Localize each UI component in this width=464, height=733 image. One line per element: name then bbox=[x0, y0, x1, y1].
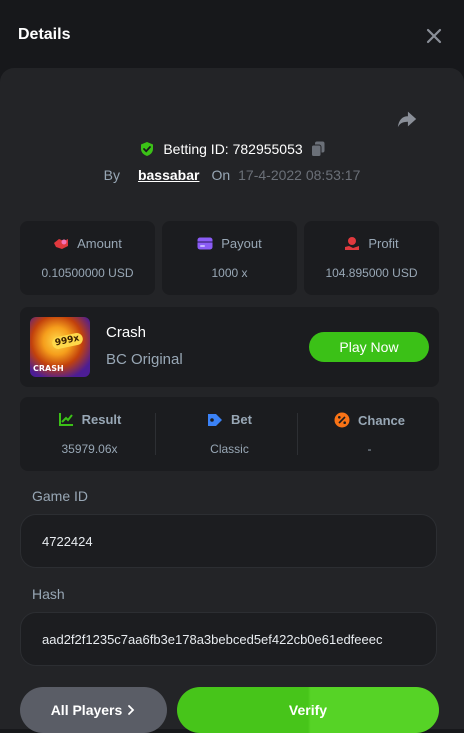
close-icon[interactable] bbox=[424, 26, 444, 46]
copy-icon[interactable] bbox=[310, 141, 325, 157]
bet-stats: Amount 0.10500000 USD Payout 1000 x Prof… bbox=[20, 221, 439, 295]
bet-icon bbox=[208, 413, 223, 426]
chevron-right-icon bbox=[128, 705, 135, 715]
bet-label: Bet bbox=[231, 412, 252, 427]
bet-date: 17-4-2022 08:53:17 bbox=[238, 167, 361, 183]
divider bbox=[297, 413, 298, 455]
chance-column: Chance - bbox=[300, 397, 439, 471]
divider bbox=[155, 413, 156, 455]
game-id-label: Game ID bbox=[32, 488, 89, 504]
result-icon bbox=[58, 413, 73, 426]
result-panel: Result 35979.06x Bet Classic Chance - bbox=[20, 397, 439, 471]
game-name: Crash bbox=[106, 324, 147, 341]
stat-amount: Amount 0.10500000 USD bbox=[20, 221, 155, 295]
bet-author-row: By bassabar On 17-4-2022 08:53:17 bbox=[0, 165, 464, 185]
amount-value: 0.10500000 USD bbox=[41, 266, 134, 280]
game-subtitle: BC Original bbox=[106, 351, 183, 368]
chance-icon bbox=[334, 412, 350, 428]
stat-payout: Payout 1000 x bbox=[162, 221, 297, 295]
thumbnail-tag: CRASH bbox=[33, 364, 64, 373]
bet-column: Bet Classic bbox=[160, 397, 299, 471]
payout-label: Payout bbox=[221, 236, 262, 251]
play-now-button[interactable]: Play Now bbox=[309, 332, 429, 362]
result-column: Result 35979.06x bbox=[20, 397, 159, 471]
shield-check-icon bbox=[141, 142, 154, 156]
game-thumbnail[interactable]: 999x CRASH bbox=[30, 317, 90, 377]
payout-icon bbox=[197, 237, 213, 250]
thumbnail-multiplier: 999x bbox=[51, 331, 84, 351]
all-players-button[interactable]: All Players bbox=[20, 687, 167, 733]
chance-label: Chance bbox=[358, 412, 405, 428]
result-value: 35979.06x bbox=[61, 442, 118, 456]
profit-icon bbox=[345, 237, 360, 250]
game-id-field[interactable]: 4722424 bbox=[20, 514, 437, 568]
bet-value: Classic bbox=[210, 442, 249, 456]
amount-icon bbox=[54, 238, 69, 249]
result-label: Result bbox=[81, 412, 122, 427]
modal-title: Details bbox=[18, 26, 71, 43]
stat-profit: Profit 104.895000 USD bbox=[304, 221, 439, 295]
by-label: By bbox=[103, 167, 120, 183]
game-card: 999x CRASH Crash BC Original Play Now bbox=[20, 307, 439, 387]
all-players-label: All Players bbox=[50, 702, 123, 718]
chance-value: - bbox=[367, 442, 372, 456]
amount-label: Amount bbox=[77, 236, 122, 251]
verify-button[interactable]: Verify bbox=[177, 687, 439, 733]
profit-value: 104.895000 USD bbox=[325, 266, 418, 280]
hash-field[interactable]: aad2f2f1235c7aa6fb3e178a3bebced5ef422cb0… bbox=[20, 612, 437, 666]
modal-header: Details bbox=[0, 0, 464, 68]
betting-id-row: Betting ID: 782955053 bbox=[0, 139, 464, 159]
hash-label: Hash bbox=[32, 586, 65, 602]
username-link[interactable]: bassabar bbox=[138, 167, 199, 183]
betting-id: Betting ID: 782955053 bbox=[163, 141, 303, 157]
share-icon[interactable] bbox=[396, 108, 418, 130]
profit-label: Profit bbox=[368, 236, 399, 251]
payout-value: 1000 x bbox=[211, 266, 248, 280]
on-label: On bbox=[211, 167, 231, 183]
